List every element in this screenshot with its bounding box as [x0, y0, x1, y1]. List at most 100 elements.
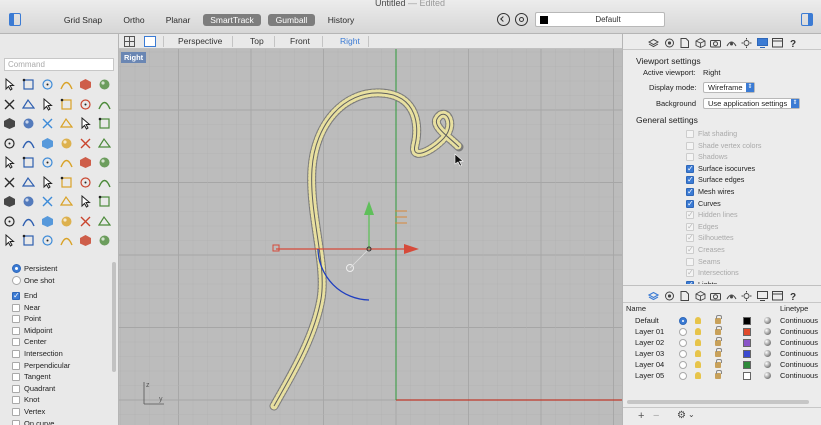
grid-array-icon[interactable] [3, 176, 16, 189]
history-button[interactable]: History [322, 14, 360, 26]
polygon-icon[interactable] [41, 97, 54, 111]
document-icon[interactable] [679, 291, 689, 301]
layer-color-swatch[interactable] [743, 339, 751, 347]
four-view-layout-icon[interactable] [124, 36, 135, 47]
select-arrow-icon[interactable] [3, 77, 16, 91]
osnap-checkbox[interactable] [12, 384, 20, 393]
layer-options-gear-icon[interactable]: ⚙ [677, 410, 686, 421]
object-properties-icon[interactable] [664, 38, 674, 48]
lock-icon[interactable] [715, 348, 722, 357]
mesh-icon[interactable] [97, 137, 112, 150]
material-sphere-icon[interactable] [764, 350, 771, 357]
current-layer-radio[interactable] [679, 372, 687, 380]
current-layer-radio[interactable] [679, 317, 687, 325]
osnap-checkbox[interactable] [12, 290, 20, 301]
setting-checkbox[interactable] [686, 174, 694, 185]
material-sphere-icon[interactable] [764, 317, 771, 324]
left-sidebar-toggle-icon[interactable] [9, 13, 21, 26]
ortho-button[interactable]: Ortho [117, 14, 151, 26]
bulb-tool-icon[interactable] [22, 215, 35, 228]
zoom-icon[interactable] [3, 195, 16, 208]
render-icon[interactable] [726, 38, 736, 47]
current-layer-radio[interactable] [679, 339, 687, 347]
setting-checkbox[interactable]: ✓ [686, 268, 694, 278]
layer-color-swatch[interactable] [743, 350, 751, 358]
move-icon[interactable] [60, 156, 73, 169]
layer-options-chevron-icon[interactable]: ⌄ [688, 410, 695, 419]
render-icon[interactable] [726, 291, 736, 300]
lightbulb-icon[interactable] [695, 328, 701, 335]
group-icon[interactable] [21, 176, 36, 189]
setting-checkbox[interactable] [686, 153, 694, 162]
setting-checkbox[interactable] [686, 141, 694, 150]
paint-tool-icon[interactable] [60, 215, 73, 228]
arc-icon[interactable] [98, 78, 111, 91]
viewport-canvas[interactable]: z y [119, 49, 622, 425]
render-tool-icon[interactable] [98, 195, 111, 208]
setting-checkbox[interactable] [686, 257, 694, 266]
osnap-checkbox[interactable] [12, 419, 20, 425]
layer-color-swatch[interactable] [743, 328, 751, 336]
circle-icon[interactable] [79, 78, 92, 91]
setting-checkbox[interactable]: ✓ [686, 222, 694, 231]
sun-icon[interactable] [741, 38, 752, 48]
window-icon[interactable] [772, 291, 783, 301]
layer-color-swatch[interactable] [743, 372, 751, 380]
lock-icon[interactable] [715, 337, 722, 346]
remove-layer-button[interactable]: − [653, 410, 659, 422]
single-view-layout-icon[interactable] [144, 36, 156, 47]
freeform-icon[interactable] [98, 98, 111, 111]
current-layer-radio[interactable] [679, 350, 687, 358]
camera-icon[interactable] [710, 38, 721, 48]
command-input[interactable] [4, 58, 114, 71]
tab-right[interactable]: Right [340, 36, 360, 46]
layers-icon[interactable] [647, 38, 660, 48]
surface-icon[interactable] [59, 117, 74, 130]
setting-checkbox[interactable]: ✓ [686, 233, 694, 243]
boolean-icon[interactable] [79, 137, 92, 150]
polyline-icon[interactable] [41, 78, 54, 91]
layers-active-icon[interactable] [647, 291, 660, 301]
current-layer-dropdown[interactable]: Default [535, 12, 665, 27]
lock-icon[interactable] [715, 359, 722, 368]
layer-row[interactable]: Layer 04 Continuous [623, 359, 821, 370]
display-active-icon[interactable] [756, 38, 768, 48]
lock-icon[interactable] [715, 326, 722, 335]
osnap-checkbox[interactable] [12, 326, 20, 335]
osnap-target-icon[interactable] [515, 13, 528, 26]
layer-row[interactable]: Layer 03 Continuous [623, 348, 821, 359]
material-sphere-icon[interactable] [764, 361, 771, 368]
right-sidebar-toggle-icon[interactable] [801, 13, 813, 26]
add-layer-button[interactable]: + [638, 410, 644, 422]
array-icon[interactable] [41, 137, 54, 150]
grid-snap-button[interactable]: Grid Snap [60, 14, 106, 26]
lightbulb-icon[interactable] [695, 361, 701, 368]
background-select[interactable]: Use application settings ⇕ [703, 98, 800, 109]
settings-icon[interactable] [22, 234, 35, 247]
rotate-view-icon[interactable] [41, 195, 54, 208]
persistent-radio[interactable] [12, 264, 21, 273]
record-history-icon[interactable] [497, 13, 510, 26]
smarttrack-button[interactable]: SmartTrack [203, 14, 261, 26]
material-sphere-icon[interactable] [764, 328, 771, 335]
material-sphere-icon[interactable] [764, 372, 771, 379]
ellipse-icon[interactable] [79, 98, 92, 111]
cube-icon[interactable] [695, 37, 705, 48]
cube-icon[interactable] [695, 290, 705, 301]
object-properties-icon[interactable] [664, 291, 674, 301]
layers-name-column[interactable]: Name [626, 304, 646, 313]
left-scrollbar[interactable] [112, 262, 116, 372]
transform-icon[interactable] [22, 137, 35, 150]
viewport-label[interactable]: Right [121, 52, 147, 63]
current-layer-radio[interactable] [679, 361, 687, 369]
cylinder-icon[interactable] [22, 117, 35, 130]
lock-tool-icon[interactable] [41, 215, 54, 228]
lightbulb-icon[interactable] [695, 339, 701, 346]
join-icon[interactable] [60, 137, 73, 150]
layer-row[interactable]: Layer 01 Continuous [623, 326, 821, 337]
split-icon[interactable] [22, 156, 35, 169]
layer-tool-icon[interactable] [79, 176, 92, 189]
edit-surface-icon[interactable] [98, 117, 111, 130]
color-wheel-icon[interactable] [97, 215, 112, 228]
osnap-checkbox[interactable] [12, 373, 20, 382]
